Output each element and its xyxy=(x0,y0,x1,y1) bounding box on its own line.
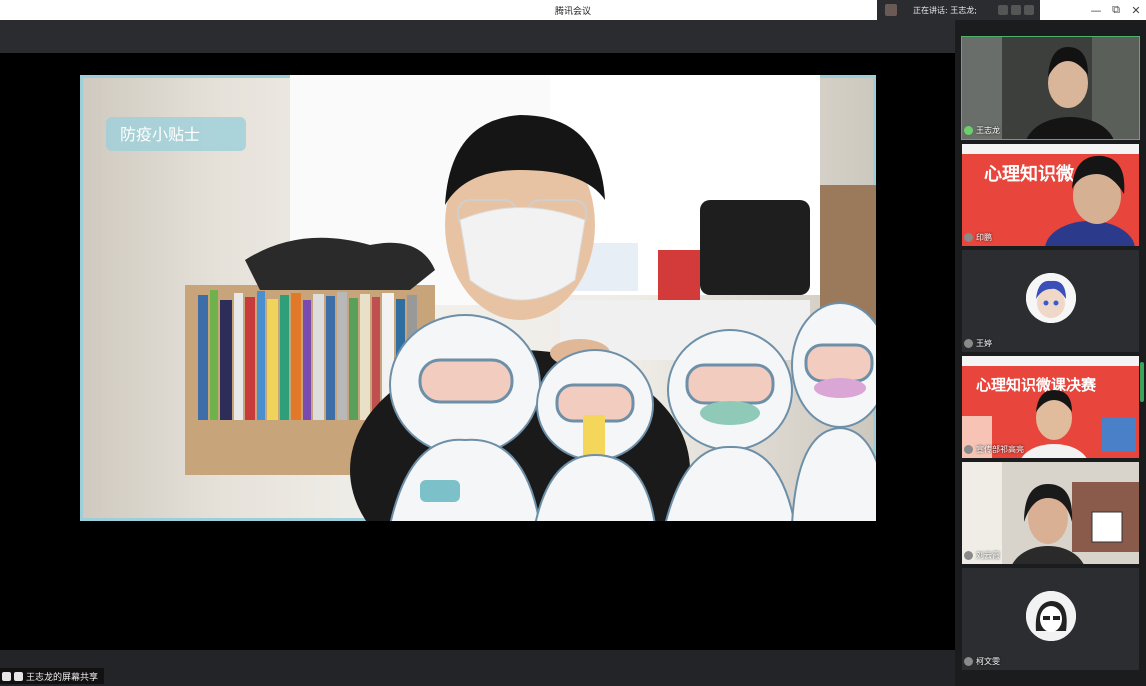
mic-muted-icon xyxy=(964,339,973,348)
mic-muted-icon xyxy=(964,551,973,560)
window-controls: — ⧉ ✕ xyxy=(1086,0,1146,20)
avatar xyxy=(1026,273,1076,323)
tip-board-text: 防疫小贴士 xyxy=(120,125,200,144)
face-mask xyxy=(459,207,586,301)
shared-screen-scene: 防疫小贴士 xyxy=(80,75,876,521)
participant-video xyxy=(962,37,1139,139)
participant-name: 印鹏 xyxy=(976,233,992,242)
participant-label: 宣传部祁高亮 xyxy=(964,444,1024,455)
slide-title: 心理知识微 xyxy=(984,163,1074,185)
mic-icon xyxy=(964,126,973,135)
participant-name: 柯文雯 xyxy=(976,657,1000,666)
bottom-toolbar xyxy=(0,650,955,686)
mic-muted-icon xyxy=(964,657,973,666)
participant-label: 柯文雯 xyxy=(964,656,1000,667)
participant-tile[interactable]: 王婷 xyxy=(962,250,1139,352)
participant-name: 王志龙 xyxy=(976,126,1000,135)
shared-screen-video: 防疫小贴士 xyxy=(80,75,876,521)
speaking-icons xyxy=(998,5,1034,15)
screen-share-text: 王志龙的屏幕共享 xyxy=(26,672,99,683)
speaking-indicator[interactable]: 正在讲话: 王志龙; xyxy=(877,0,1040,20)
close-button[interactable]: ✕ xyxy=(1126,4,1146,17)
participant-label: 王志龙 xyxy=(964,125,1000,136)
participant-name: 刘云霞 xyxy=(976,551,1000,560)
restore-button[interactable]: ⧉ xyxy=(1106,3,1126,17)
jacket xyxy=(245,237,435,290)
participant-tile[interactable]: 心理知识微课决赛 宣传部祁高亮 xyxy=(962,356,1139,458)
participant-tile[interactable]: 王志龙 xyxy=(961,36,1140,140)
mic-muted-icon xyxy=(964,445,973,454)
mic-muted-icon xyxy=(964,233,973,242)
slide-title: 心理知识微课决赛 xyxy=(976,376,1097,394)
participant-name: 王婷 xyxy=(976,339,992,348)
screen-share-label: 王志龙的屏幕共享 xyxy=(0,668,105,684)
participant-name: 宣传部祁高亮 xyxy=(976,445,1024,454)
participant-video: 心理知识微 xyxy=(962,144,1139,246)
rail-scrollbar[interactable] xyxy=(1140,362,1144,402)
participant-video xyxy=(962,462,1139,564)
camera-bag xyxy=(700,200,810,295)
monitor-icon xyxy=(2,671,11,681)
mic-icon xyxy=(14,671,23,681)
participant-tile[interactable]: 柯文雯 xyxy=(962,568,1139,670)
participant-label: 王婷 xyxy=(964,338,992,349)
participant-label: 刘云霞 xyxy=(964,550,1000,561)
avatar xyxy=(1026,591,1076,641)
participant-tile[interactable]: 心理知识微 印鹏 xyxy=(962,144,1139,246)
minimize-button[interactable]: — xyxy=(1086,4,1106,17)
participant-video: 心理知识微课决赛 xyxy=(962,356,1139,458)
speaker-avatar xyxy=(885,4,897,16)
participant-tile[interactable]: 刘云霞 xyxy=(962,462,1139,564)
participant-label: 印鹏 xyxy=(964,232,992,243)
speaking-text: 正在讲话: 王志龙; xyxy=(913,5,977,15)
top-toolbar xyxy=(0,20,955,53)
